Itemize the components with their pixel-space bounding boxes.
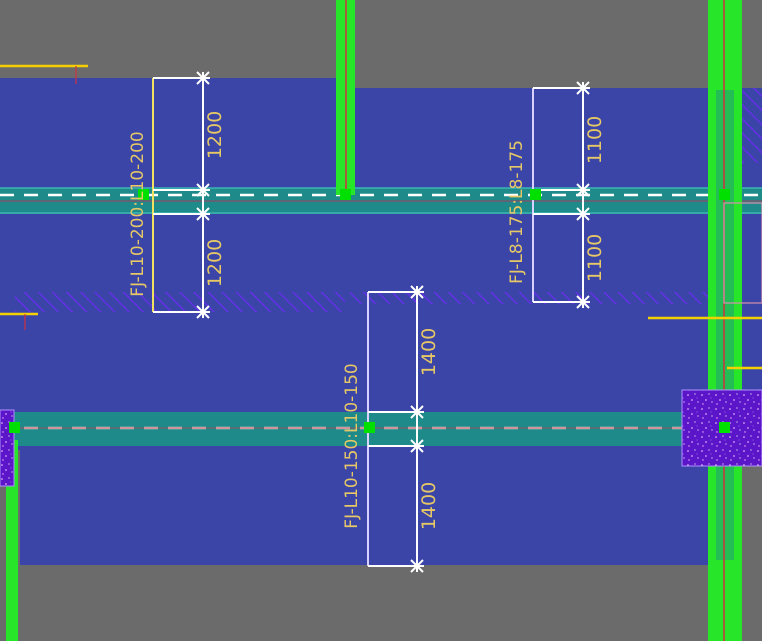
hatch-band-left	[15, 292, 345, 312]
speckle-block-left	[0, 409, 15, 487]
dim-text-3: 1100	[584, 116, 606, 164]
rebar-label-2: FJ-L8-175:L8-175	[507, 140, 527, 284]
slab-bottom[interactable]	[20, 440, 720, 565]
hatch-corner	[740, 88, 762, 163]
node-3[interactable]	[530, 189, 541, 200]
rebar-label-3: FJ-L10-150:L10-150	[342, 363, 362, 528]
dim-text-6: 1400	[418, 482, 440, 530]
column-right-inner	[716, 90, 734, 560]
node-7[interactable]	[719, 422, 730, 433]
node-5[interactable]	[9, 422, 20, 433]
dim-text-2: 1200	[204, 239, 226, 287]
dim-text-5: 1400	[418, 328, 440, 376]
node-4[interactable]	[719, 189, 730, 200]
cad-drawing-canvas[interactable]: 1200 1200 1100 1100 1400 1400 FJ-L10-200…	[0, 0, 762, 641]
dim-text-1: 1200	[204, 111, 226, 159]
node-6[interactable]	[364, 422, 375, 433]
node-2[interactable]	[340, 189, 351, 200]
slab-group	[0, 78, 762, 565]
rebar-label-1: FJ-L10-200:L10-200	[128, 131, 148, 296]
dim-text-4: 1100	[584, 234, 606, 282]
beam-lower[interactable]	[0, 412, 762, 446]
